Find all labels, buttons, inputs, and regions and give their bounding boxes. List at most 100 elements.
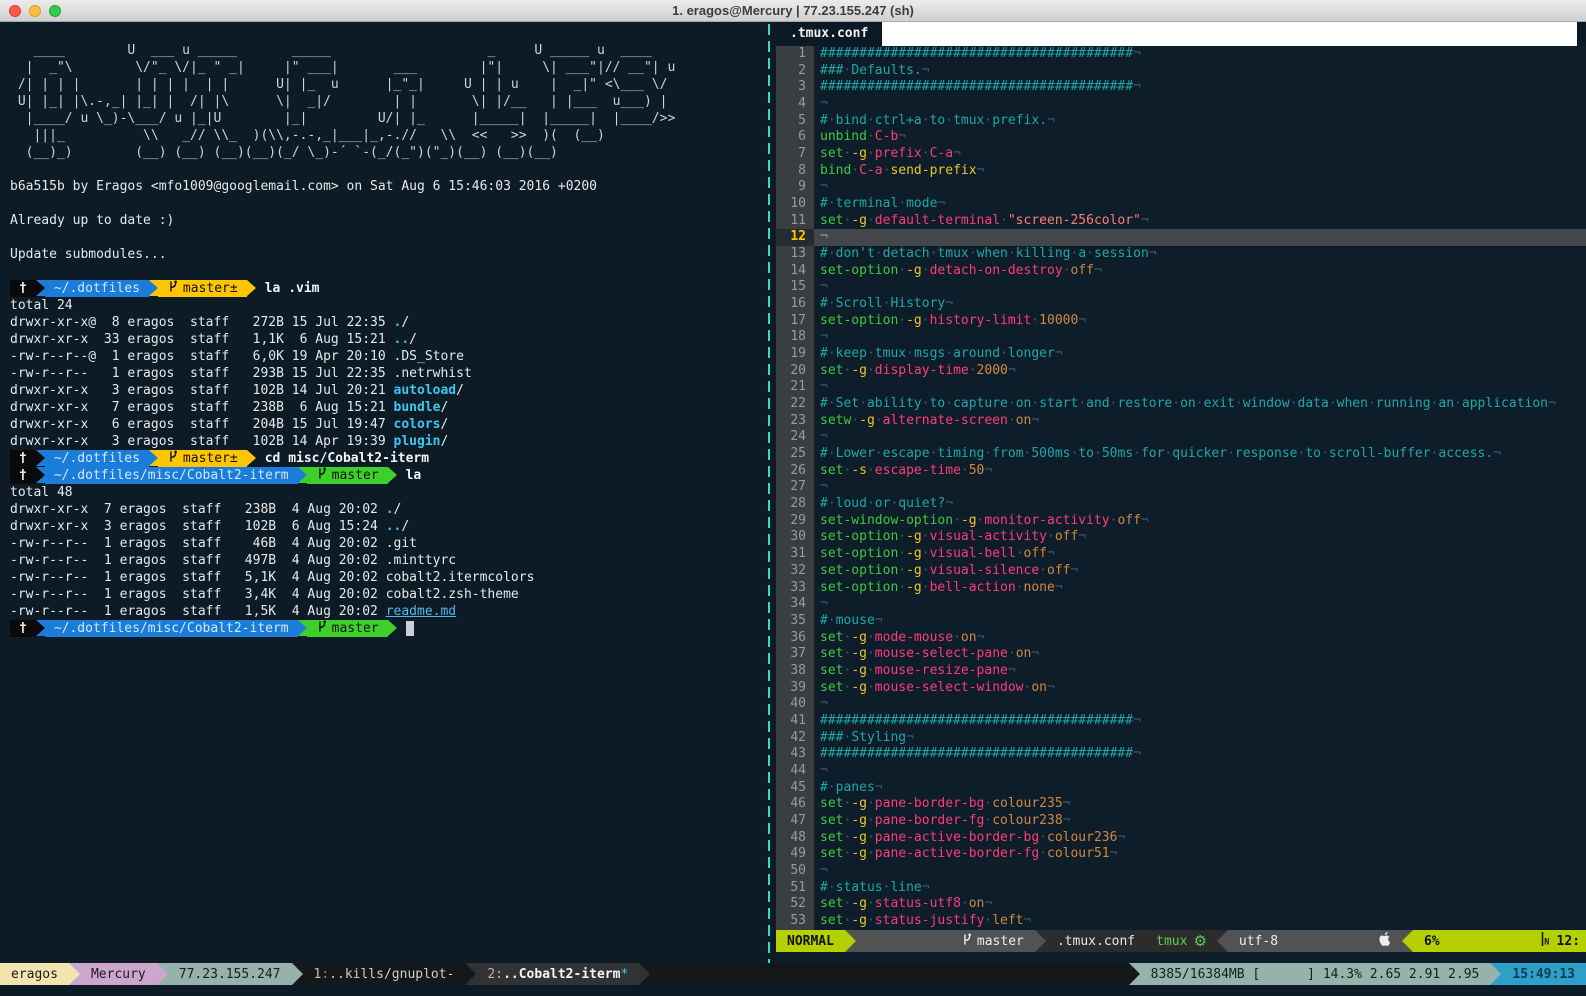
- vim-line[interactable]: 15¬: [776, 279, 1586, 296]
- vim-line[interactable]: 38set·-g·mouse-resize-pane¬: [776, 663, 1586, 680]
- syntax-token: 50: [969, 463, 985, 478]
- listing-total: total 24: [10, 297, 763, 314]
- syntax-token: -g: [851, 646, 867, 661]
- file-link[interactable]: readme.md: [386, 604, 456, 619]
- whitespace-dot: ·: [1008, 396, 1016, 411]
- vim-line[interactable]: 8bind·C-a·send-prefix¬: [776, 163, 1586, 180]
- vim-line[interactable]: 50¬: [776, 863, 1586, 880]
- vim-pane[interactable]: .tmux.conf 1############################…: [776, 22, 1586, 963]
- whitespace-dot: ·: [1321, 446, 1329, 461]
- vim-line[interactable]: 51#·status·line¬: [776, 880, 1586, 897]
- vim-line[interactable]: 20set·-g·display-time·2000¬: [776, 363, 1586, 380]
- whitespace-dot: ·: [867, 896, 875, 911]
- vim-line[interactable]: 36set·-g·mode-mouse·on¬: [776, 630, 1586, 647]
- vim-buffer[interactable]: 1#######################################…: [776, 46, 1586, 930]
- vim-line-number: 3: [776, 79, 814, 96]
- vim-line[interactable]: 46set·-g·pane-border-bg·colour235¬: [776, 796, 1586, 813]
- syntax-token: -g: [906, 313, 922, 328]
- listing-meta: -rw-r--r-- 1 eragos staff 497B 4 Aug 20:…: [10, 553, 386, 568]
- vim-line[interactable]: 45#·panes¬: [776, 780, 1586, 797]
- vim-line[interactable]: 3#######################################…: [776, 79, 1586, 96]
- syntax-token: #: [820, 196, 828, 211]
- vim-line[interactable]: 47set·-g·pane-border-fg·colour238¬: [776, 813, 1586, 830]
- typed-command: la: [397, 467, 422, 484]
- listing-row: drwxr-xr-x 3 eragos staff 102B 14 Apr 19…: [10, 433, 763, 450]
- typed-command: la .vim: [256, 280, 320, 297]
- vim-line[interactable]: 33set-option·-g·bell-action·none¬: [776, 580, 1586, 597]
- whitespace-dot: ·: [945, 346, 953, 361]
- vim-line-text: ¬: [814, 696, 1586, 713]
- vim-line[interactable]: 6unbind·C-b¬: [776, 129, 1586, 146]
- syntax-token: or: [875, 496, 891, 511]
- vim-line[interactable]: 52set·-g·status-utf8·on¬: [776, 896, 1586, 913]
- vim-line[interactable]: 49set·-g·pane-active-border-fg·colour51¬: [776, 846, 1586, 863]
- vim-line[interactable]: 40¬: [776, 696, 1586, 713]
- whitespace-dot: ·: [1031, 396, 1039, 411]
- vim-line[interactable]: 35#·mouse¬: [776, 613, 1586, 630]
- ascii-art-banner: ____ U ___ u _____ _____ _ U _____ u ___…: [10, 42, 763, 161]
- powerline-separator: [247, 280, 256, 296]
- vim-line[interactable]: 14set-option·-g·detach-on-destroy·off¬: [776, 263, 1586, 280]
- vim-line[interactable]: 44¬: [776, 763, 1586, 780]
- listing-row: drwxr-xr-x 7 eragos staff 238B 6 Aug 15:…: [10, 399, 763, 416]
- shell-prompt-line: †~/.dotfiles/misc/Cobalt2-itermmasterla: [10, 467, 763, 484]
- vim-line[interactable]: 22#·Set·ability·to·capture·on·start·and·…: [776, 396, 1586, 413]
- vim-line[interactable]: 43######################################…: [776, 746, 1586, 763]
- vim-line[interactable]: 16#·Scroll·History¬: [776, 296, 1586, 313]
- minimize-button[interactable]: [29, 5, 41, 17]
- vim-line[interactable]: 25#·Lower·escape·timing·from·500ms·to·50…: [776, 446, 1586, 463]
- vim-line[interactable]: 24¬: [776, 429, 1586, 446]
- vim-line[interactable]: 1#######################################…: [776, 46, 1586, 63]
- vim-line[interactable]: 37set·-g·mouse-select-pane·on¬: [776, 646, 1586, 663]
- fullscreen-button[interactable]: [49, 5, 61, 17]
- vim-line[interactable]: 41######################################…: [776, 713, 1586, 730]
- vim-line[interactable]: 23setw·-g·alternate-screen·on¬: [776, 413, 1586, 430]
- vim-line[interactable]: 26set·-s·escape-time·50¬: [776, 463, 1586, 480]
- vim-line[interactable]: 21¬: [776, 379, 1586, 396]
- vim-line[interactable]: 19#·keep·tmux·msgs·around·longer¬: [776, 346, 1586, 363]
- vim-line[interactable]: 29set-window-option·-g·monitor-activity·…: [776, 513, 1586, 530]
- vim-line[interactable]: 31set-option·-g·visual-bell·off¬: [776, 546, 1586, 563]
- syntax-token: set: [820, 846, 843, 861]
- vim-line[interactable]: 42###·Styling¬: [776, 730, 1586, 747]
- vim-line[interactable]: 2###·Defaults.¬: [776, 63, 1586, 80]
- vim-line[interactable]: 7set·-g·prefix·C-a¬: [776, 146, 1586, 163]
- shell-prompt-line: †~/.dotfilesmaster±la .vim: [10, 280, 763, 297]
- vim-tab-tmux-conf[interactable]: .tmux.conf: [776, 22, 882, 46]
- vim-line[interactable]: 4¬: [776, 96, 1586, 113]
- vim-line[interactable]: 30set-option·-g·visual-activity·off¬: [776, 529, 1586, 546]
- vim-line[interactable]: 9¬: [776, 179, 1586, 196]
- vim-line[interactable]: 5#·bind·ctrl+a·to·tmux·prefix.¬: [776, 113, 1586, 130]
- whitespace-dot: ·: [898, 263, 906, 278]
- vim-line[interactable]: 11set·-g·default-terminal·"screen-256col…: [776, 213, 1586, 230]
- vim-line[interactable]: 18¬: [776, 329, 1586, 346]
- syntax-token: set: [820, 463, 843, 478]
- prompt-branch: master: [332, 467, 379, 484]
- whitespace-dot: ·: [867, 346, 875, 361]
- shell-pane[interactable]: ____ U ___ u _____ _____ _ U _____ u ___…: [0, 22, 763, 963]
- tmux-pane-border[interactable]: [763, 22, 776, 963]
- vim-line[interactable]: 39set·-g·mouse-select-window·on¬: [776, 680, 1586, 697]
- vim-line[interactable]: 27¬: [776, 479, 1586, 496]
- vim-line[interactable]: 12¬: [776, 229, 1586, 246]
- vim-line[interactable]: 32set-option·-g·visual-silence·off¬: [776, 563, 1586, 580]
- tmux-window-1[interactable]: 1:..kills/gnuplot-: [303, 963, 466, 985]
- eol-marker: ¬: [953, 146, 961, 161]
- listing-meta: drwxr-xr-x 3 eragos staff 102B 14 Apr 19…: [10, 434, 394, 449]
- vim-line[interactable]: 17set-option·-g·history-limit·10000¬: [776, 313, 1586, 330]
- vim-line[interactable]: 48set·-g·pane-active-border-bg·colour236…: [776, 830, 1586, 847]
- vim-line[interactable]: 34¬: [776, 596, 1586, 613]
- syntax-token: mouse: [836, 613, 875, 628]
- vim-line[interactable]: 10#·terminal·mode¬: [776, 196, 1586, 213]
- file-listing-vim: drwxr-xr-x@ 8 eragos staff 272B 15 Jul 2…: [10, 314, 763, 450]
- vim-line[interactable]: 28#·loud·or·quiet?¬: [776, 496, 1586, 513]
- vim-line-number: 42: [776, 730, 814, 747]
- dagger-icon: †: [19, 280, 27, 297]
- close-button[interactable]: [9, 5, 21, 17]
- whitespace-dot: ·: [945, 396, 953, 411]
- whitespace-dot: ·: [922, 396, 930, 411]
- whitespace-dot: ·: [1078, 396, 1086, 411]
- vim-line[interactable]: 13#·don't·detach·tmux·when·killing·a·ses…: [776, 246, 1586, 263]
- tmux-window-2-active[interactable]: 2:..Cobalt2-iterm*: [476, 963, 639, 985]
- titlebar[interactable]: 1. eragos@Mercury | 77.23.155.247 (sh): [0, 0, 1586, 22]
